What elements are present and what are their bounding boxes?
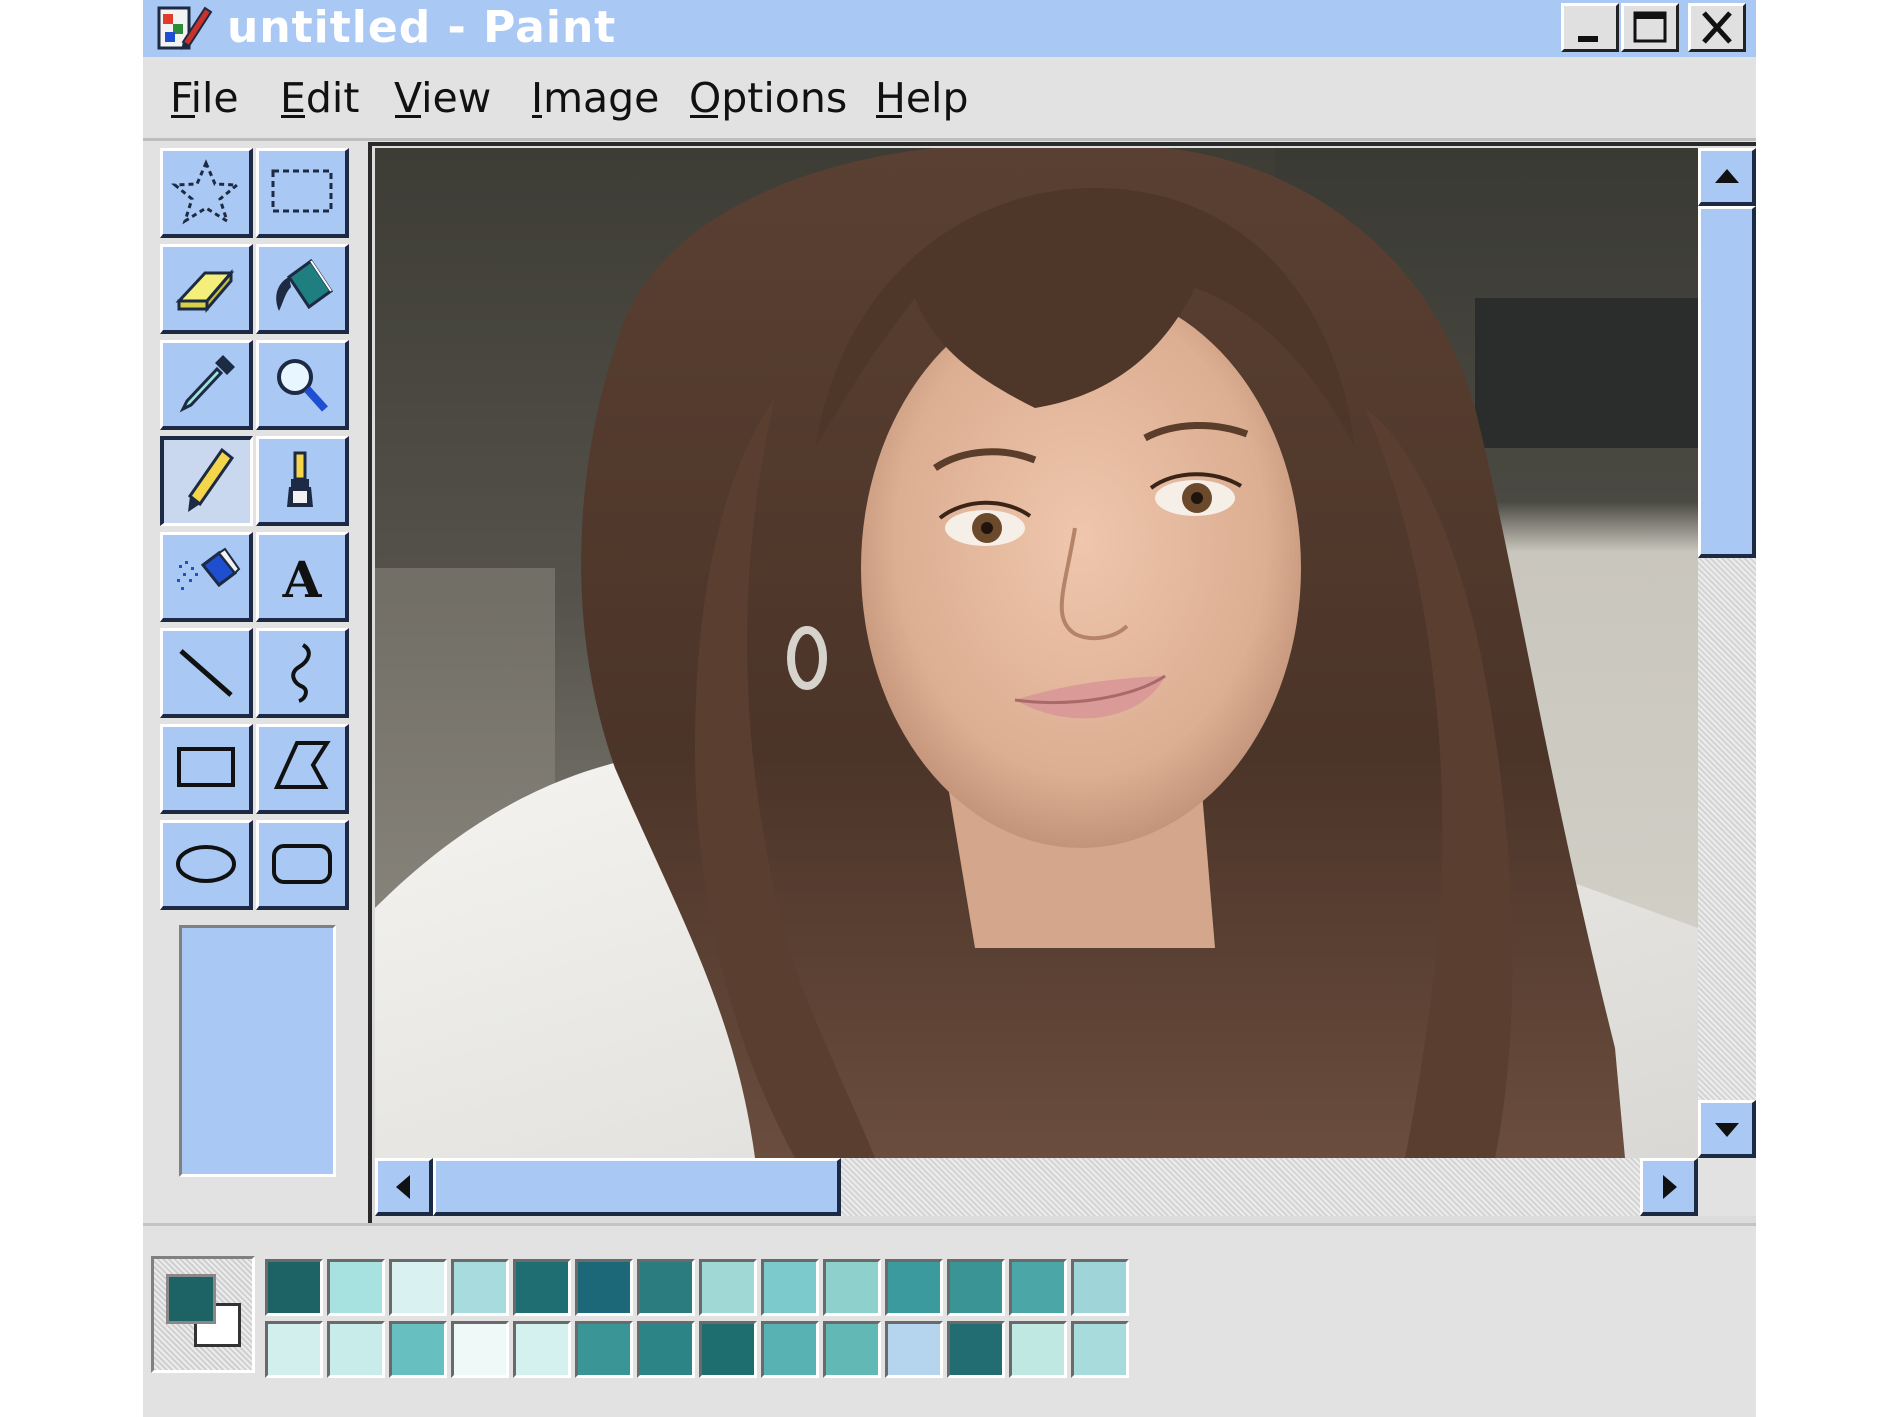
palette-swatch[interactable] — [451, 1259, 509, 1316]
scroll-up-button[interactable] — [1698, 148, 1756, 206]
tool-brush[interactable] — [256, 436, 349, 526]
palette-swatch[interactable] — [885, 1321, 943, 1378]
palette-swatch[interactable] — [389, 1321, 447, 1378]
toolbox: A — [160, 148, 358, 923]
tool-select[interactable] — [256, 148, 349, 238]
paint-app-icon[interactable] — [155, 2, 213, 54]
vertical-scrollbar[interactable] — [1698, 148, 1756, 1158]
canvas-photo[interactable] — [375, 148, 1698, 1158]
palette-swatch[interactable] — [823, 1259, 881, 1316]
palette-swatch[interactable] — [1071, 1259, 1129, 1316]
brush-icon — [287, 451, 313, 507]
palette-swatch[interactable] — [699, 1259, 757, 1316]
menu-edit[interactable]: Edit — [280, 74, 359, 122]
palette-swatch[interactable] — [699, 1321, 757, 1378]
scrollbar-corner — [1698, 1158, 1756, 1216]
palette-swatch[interactable] — [637, 1321, 695, 1378]
horizontal-scroll-thumb[interactable] — [433, 1158, 841, 1216]
rectangle-icon — [177, 747, 235, 787]
title-bar[interactable]: untitled - Paint — [143, 0, 1756, 57]
line-icon — [179, 649, 233, 697]
palette-swatch[interactable] — [575, 1321, 633, 1378]
magnifier-icon — [277, 359, 328, 412]
window-title: untitled - Paint — [227, 2, 617, 53]
palette-swatch[interactable] — [575, 1259, 633, 1316]
eyedropper-icon — [179, 355, 235, 413]
star-select-icon — [171, 159, 241, 225]
ellipse-icon — [176, 845, 236, 883]
palette-swatch[interactable] — [327, 1259, 385, 1316]
palette-swatch[interactable] — [513, 1321, 571, 1378]
menu-image[interactable]: Image — [531, 74, 659, 122]
tool-options-box[interactable] — [179, 925, 336, 1177]
scroll-left-button[interactable] — [375, 1158, 433, 1216]
palette-swatch[interactable] — [761, 1259, 819, 1316]
tool-ellipse[interactable] — [160, 820, 253, 910]
palette-swatch[interactable] — [389, 1259, 447, 1316]
palette-swatch[interactable] — [513, 1259, 571, 1316]
arrow-up-icon — [1715, 169, 1739, 183]
maximize-icon — [1633, 11, 1667, 43]
palette-swatch[interactable] — [823, 1321, 881, 1378]
arrow-left-icon — [396, 1175, 410, 1199]
tool-airbrush[interactable] — [160, 532, 253, 622]
arrow-down-icon — [1715, 1123, 1739, 1137]
rect-select-icon — [271, 169, 333, 213]
tool-pencil[interactable] — [160, 436, 253, 526]
palette-swatch[interactable] — [265, 1321, 323, 1378]
palette-swatch[interactable] — [885, 1259, 943, 1316]
paint-window: untitled - Paint File Edit View Image Op… — [143, 0, 1756, 1417]
menu-file[interactable]: File — [170, 74, 239, 122]
close-button[interactable] — [1688, 3, 1746, 52]
scroll-right-button[interactable] — [1640, 1158, 1698, 1216]
arrow-right-icon — [1663, 1175, 1677, 1199]
palette-swatch[interactable] — [1009, 1259, 1067, 1316]
tool-free-form-select[interactable] — [160, 148, 253, 238]
maximize-button[interactable] — [1621, 3, 1679, 52]
palette-swatch[interactable] — [1009, 1321, 1067, 1378]
tool-fill-with-color[interactable] — [256, 244, 349, 334]
rounded-rectangle-icon — [272, 844, 332, 884]
palette-swatch[interactable] — [947, 1321, 1005, 1378]
close-icon — [1702, 11, 1732, 44]
eraser-icon — [175, 268, 235, 314]
scroll-down-button[interactable] — [1698, 1100, 1756, 1158]
tool-curve[interactable] — [256, 628, 349, 718]
curve-icon — [291, 643, 311, 703]
vertical-scroll-thumb[interactable] — [1698, 206, 1756, 558]
tool-magnifier[interactable] — [256, 340, 349, 430]
tool-pick-color[interactable] — [160, 340, 253, 430]
tool-eraser[interactable] — [160, 244, 253, 334]
color-box — [143, 1226, 1756, 1417]
menu-options[interactable]: Options — [689, 74, 847, 122]
horizontal-scrollbar[interactable] — [375, 1158, 1698, 1216]
palette-swatch[interactable] — [451, 1321, 509, 1378]
tool-rectangle[interactable] — [160, 724, 253, 814]
menu-separator — [143, 138, 1756, 141]
tool-text[interactable]: A — [256, 532, 349, 622]
palette-swatch[interactable] — [637, 1259, 695, 1316]
palette-swatch[interactable] — [1071, 1321, 1129, 1378]
tool-rounded-rectangle[interactable] — [256, 820, 349, 910]
palette-swatch[interactable] — [265, 1259, 323, 1316]
svg-text:A: A — [282, 550, 323, 609]
menu-bar: File Edit View Image Options Help — [143, 57, 1756, 140]
current-colors-indicator[interactable] — [151, 1256, 255, 1373]
pencil-icon — [187, 447, 235, 512]
minimize-icon — [1578, 36, 1598, 42]
foreground-color-swatch — [166, 1274, 216, 1324]
tool-line[interactable] — [160, 628, 253, 718]
palette-swatch[interactable] — [327, 1321, 385, 1378]
palette-swatch[interactable] — [947, 1259, 1005, 1316]
paint-bucket-icon — [276, 258, 334, 311]
polygon-icon — [273, 741, 331, 789]
portrait-photo — [375, 148, 1698, 1158]
text-icon: A — [282, 550, 323, 609]
minimize-button[interactable] — [1561, 3, 1619, 52]
palette-swatch[interactable] — [761, 1321, 819, 1378]
airbrush-icon — [177, 547, 241, 590]
tool-polygon[interactable] — [256, 724, 349, 814]
menu-view[interactable]: View — [394, 74, 491, 122]
menu-help[interactable]: Help — [875, 74, 968, 122]
